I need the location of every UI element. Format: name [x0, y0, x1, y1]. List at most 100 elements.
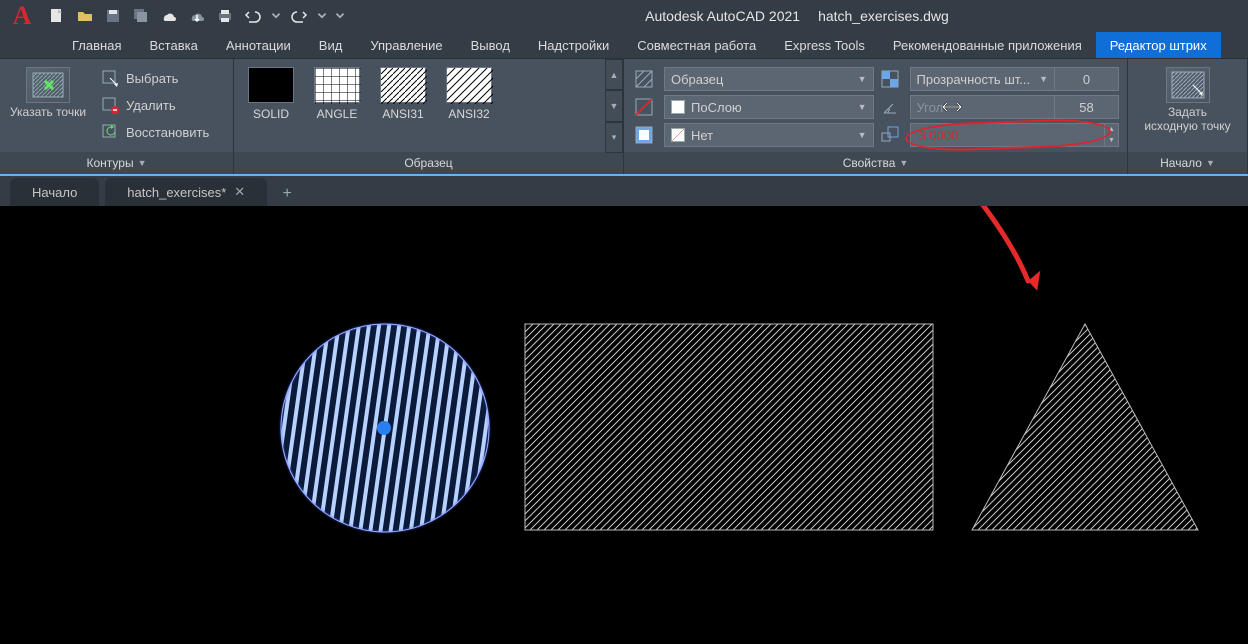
- none-swatch-icon: [671, 128, 685, 142]
- qat-more-icon[interactable]: [334, 5, 346, 27]
- select-button[interactable]: Выбрать: [102, 67, 209, 90]
- pattern-solid[interactable]: SOLID: [248, 67, 294, 121]
- panel-properties: Образец ▼ Прозрачность шт... ▼ 0: [624, 59, 1128, 174]
- set-origin-label2: исходную точку: [1144, 119, 1230, 133]
- panel-pattern-title: Образец: [234, 152, 623, 174]
- tab-featured[interactable]: Рекомендованные приложения: [879, 32, 1096, 58]
- bg-color-icon[interactable]: [632, 123, 656, 147]
- scale-down-button[interactable]: ▼: [1105, 135, 1118, 146]
- tab-addins[interactable]: Надстройки: [524, 32, 623, 58]
- transparency-value[interactable]: 0: [1055, 67, 1119, 91]
- chevron-down-icon: ▼: [858, 102, 867, 112]
- tab-view[interactable]: Вид: [305, 32, 357, 58]
- cloud-open-icon[interactable]: [158, 5, 180, 27]
- undo-icon[interactable]: [242, 5, 264, 27]
- new-tab-button[interactable]: +: [273, 182, 301, 206]
- panel-properties-title[interactable]: Свойства ▼: [624, 152, 1127, 174]
- hatch-type-icon[interactable]: [632, 67, 656, 91]
- saveall-icon[interactable]: [130, 5, 152, 27]
- ansi32-swatch-icon: [446, 67, 492, 103]
- scale-icon[interactable]: [878, 123, 902, 147]
- scale-spinner[interactable]: 3.0000 ▲ ▼: [910, 123, 1120, 147]
- pattern-ansi32[interactable]: ANSI32: [446, 67, 492, 121]
- new-icon[interactable]: [46, 5, 68, 27]
- recreate-button[interactable]: Восстановить: [102, 121, 209, 144]
- pattern-angle[interactable]: ANGLE: [314, 67, 360, 121]
- tab-home[interactable]: Главная: [58, 32, 135, 58]
- panel-origin: Задать исходную точку Начало ▼: [1128, 59, 1248, 174]
- save-icon[interactable]: [102, 5, 124, 27]
- panel-origin-title[interactable]: Начало ▼: [1128, 152, 1247, 174]
- pattern-scroll: ▲ ▼ ▾: [605, 59, 623, 153]
- circle-grip[interactable]: [377, 421, 391, 435]
- open-icon[interactable]: [74, 5, 96, 27]
- scale-value: 3.0000: [919, 128, 959, 143]
- pick-points-label: Указать точки: [10, 105, 86, 119]
- window-title: Autodesk AutoCAD 2021 hatch_exercises.dw…: [352, 8, 1242, 24]
- hatched-rectangle[interactable]: [525, 324, 933, 530]
- redo-icon[interactable]: [288, 5, 310, 27]
- document-tabs: Начало hatch_exercises* ✕ +: [0, 176, 1248, 206]
- angle-swatch-icon: [314, 67, 360, 103]
- ansi31-swatch-icon: [380, 67, 426, 103]
- hatch-type-dropdown[interactable]: Образец ▼: [664, 67, 874, 91]
- tab-collab[interactable]: Совместная работа: [623, 32, 770, 58]
- print-icon[interactable]: [214, 5, 236, 27]
- set-origin-icon: [1166, 67, 1210, 103]
- chevron-down-icon: ▼: [1206, 158, 1215, 168]
- hatch-color-icon[interactable]: [632, 95, 656, 119]
- angle-value[interactable]: 58: [1055, 95, 1119, 119]
- select-bound-icon: [102, 70, 120, 88]
- hatch-type-value: Образец: [671, 72, 723, 87]
- tab-insert[interactable]: Вставка: [135, 32, 211, 58]
- redo-dropdown-icon[interactable]: [316, 5, 328, 27]
- doctab-start[interactable]: Начало: [10, 178, 99, 206]
- hatch-color-dropdown[interactable]: ПоСлою ▼: [664, 95, 874, 119]
- hatch-color-value: ПоСлою: [691, 100, 742, 115]
- app-name: Autodesk AutoCAD 2021: [645, 8, 800, 24]
- title-bar: A: [0, 0, 1248, 32]
- pick-points-button[interactable]: Указать точки: [0, 63, 96, 123]
- canvas-svg: [0, 206, 1248, 644]
- transparency-dropdown[interactable]: Прозрачность шт... ▼: [910, 67, 1056, 91]
- resize-cursor-icon: [941, 98, 963, 116]
- remove-bound-icon: [102, 97, 120, 115]
- tab-output[interactable]: Вывод: [457, 32, 524, 58]
- tab-express[interactable]: Express Tools: [770, 32, 879, 58]
- drawing-canvas[interactable]: [0, 206, 1248, 644]
- panel-boundaries-title[interactable]: Контуры ▼: [0, 152, 233, 174]
- tab-manage[interactable]: Управление: [356, 32, 456, 58]
- chevron-down-icon: ▼: [138, 158, 147, 168]
- remove-button[interactable]: Удалить: [102, 94, 209, 117]
- bg-color-value: Нет: [691, 128, 713, 143]
- transparency-icon[interactable]: [878, 67, 902, 91]
- pattern-expand[interactable]: ▾: [605, 122, 623, 153]
- pattern-ansi31[interactable]: ANSI31: [380, 67, 426, 121]
- pattern-scroll-down[interactable]: ▼: [605, 90, 623, 121]
- set-origin-button[interactable]: Задать исходную точку: [1128, 63, 1247, 137]
- scale-up-button[interactable]: ▲: [1105, 124, 1118, 135]
- close-icon[interactable]: ✕: [234, 184, 245, 200]
- chevron-down-icon: ▼: [1039, 74, 1048, 84]
- doctab-start-label: Начало: [32, 185, 77, 200]
- tab-hatch-editor[interactable]: Редактор штрих: [1096, 32, 1221, 58]
- quick-access-toolbar: [46, 5, 346, 27]
- app-logo[interactable]: A: [6, 3, 38, 29]
- tab-annotate[interactable]: Аннотации: [212, 32, 305, 58]
- bg-color-dropdown[interactable]: Нет ▼: [664, 123, 874, 147]
- chevron-down-icon: ▼: [858, 74, 867, 84]
- pattern-scroll-up[interactable]: ▲: [605, 59, 623, 90]
- angle-field[interactable]: Угол: [910, 95, 1056, 119]
- cloud-save-icon[interactable]: [186, 5, 208, 27]
- pattern-ansi32-label: ANSI32: [448, 107, 489, 121]
- angle-icon[interactable]: [878, 95, 902, 119]
- pick-points-icon: [26, 67, 70, 103]
- menu-tabs: Главная Вставка Аннотации Вид Управление…: [0, 32, 1248, 58]
- remove-label: Удалить: [126, 98, 176, 113]
- doctab-file[interactable]: hatch_exercises* ✕: [105, 178, 267, 206]
- angle-label: Угол: [917, 100, 944, 115]
- hatched-triangle[interactable]: [972, 324, 1198, 530]
- undo-dropdown-icon[interactable]: [270, 5, 282, 27]
- ribbon: Указать точки Выбрать Удалить: [0, 58, 1248, 176]
- pattern-solid-label: SOLID: [253, 107, 289, 121]
